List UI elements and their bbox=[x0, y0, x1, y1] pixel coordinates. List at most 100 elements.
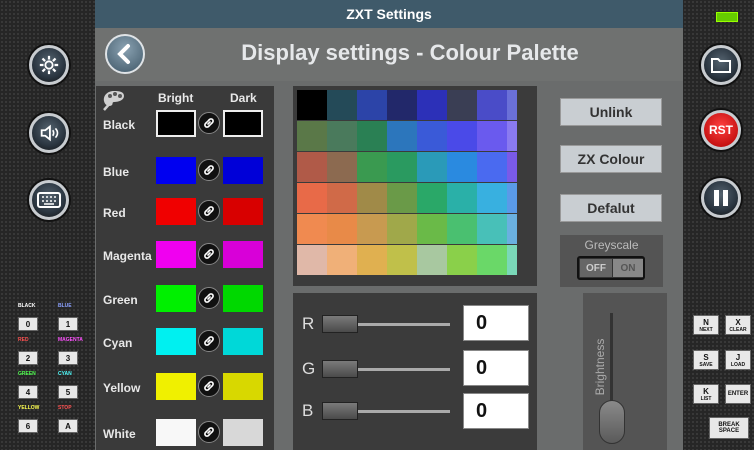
grid-cell[interactable] bbox=[327, 214, 357, 244]
dark-swatch[interactable] bbox=[223, 373, 263, 400]
bright-swatch[interactable] bbox=[156, 241, 196, 268]
grid-cell[interactable] bbox=[477, 183, 507, 213]
grid-cell[interactable] bbox=[507, 214, 517, 244]
bright-swatch[interactable] bbox=[156, 419, 196, 446]
zx-colour-button[interactable]: ZX Colour bbox=[560, 145, 662, 173]
palette-row-blue[interactable]: Blue bbox=[96, 157, 274, 187]
grid-cell[interactable] bbox=[297, 183, 327, 213]
grid-cell[interactable] bbox=[387, 183, 417, 213]
key-x[interactable]: X CLEAR bbox=[725, 315, 751, 335]
link-icon[interactable] bbox=[198, 330, 220, 352]
dark-swatch[interactable] bbox=[223, 198, 263, 225]
grid-cell[interactable] bbox=[417, 214, 447, 244]
palette-row-cyan[interactable]: Cyan bbox=[96, 328, 274, 358]
grid-cell[interactable] bbox=[417, 183, 447, 213]
grid-cell[interactable] bbox=[297, 90, 327, 120]
grid-cell[interactable] bbox=[507, 90, 517, 120]
grid-cell[interactable] bbox=[357, 245, 387, 275]
palette-row-magenta[interactable]: Magenta bbox=[96, 241, 274, 271]
grid-cell[interactable] bbox=[327, 245, 357, 275]
grid-cell[interactable] bbox=[297, 245, 327, 275]
grid-cell[interactable] bbox=[357, 121, 387, 151]
dark-swatch[interactable] bbox=[223, 157, 263, 184]
brightness-thumb[interactable] bbox=[599, 400, 625, 444]
bright-swatch[interactable] bbox=[156, 328, 196, 355]
pause-button[interactable] bbox=[701, 178, 741, 218]
grid-cell[interactable] bbox=[447, 152, 477, 182]
palette-row-yellow[interactable]: Yellow bbox=[96, 373, 274, 403]
link-icon[interactable] bbox=[198, 287, 220, 309]
sound-button[interactable] bbox=[29, 113, 69, 153]
grid-cell[interactable] bbox=[357, 152, 387, 182]
grid-cell[interactable] bbox=[357, 90, 387, 120]
palette-row-white[interactable]: White bbox=[96, 419, 274, 449]
grid-cell[interactable] bbox=[447, 245, 477, 275]
grid-cell[interactable] bbox=[477, 121, 507, 151]
palette-row-green[interactable]: Green bbox=[96, 285, 274, 315]
grid-cell[interactable] bbox=[417, 152, 447, 182]
grid-cell[interactable] bbox=[297, 152, 327, 182]
greyscale-toggle[interactable]: OFF ON bbox=[577, 256, 645, 280]
grid-cell[interactable] bbox=[387, 245, 417, 275]
key-s[interactable]: S SAVE bbox=[693, 350, 719, 370]
bright-swatch[interactable] bbox=[156, 198, 196, 225]
palette-row-black[interactable]: Black bbox=[96, 110, 274, 140]
grid-cell[interactable] bbox=[387, 90, 417, 120]
bright-swatch[interactable] bbox=[156, 110, 196, 137]
key-break-space[interactable]: BREAK SPACE bbox=[709, 417, 749, 439]
grid-cell[interactable] bbox=[447, 214, 477, 244]
r-value-field[interactable]: 0 bbox=[463, 305, 529, 341]
grid-cell[interactable] bbox=[477, 245, 507, 275]
grid-cell[interactable] bbox=[507, 183, 517, 213]
key-j[interactable]: J LOAD bbox=[725, 350, 751, 370]
grid-cell[interactable] bbox=[447, 121, 477, 151]
palette-row-red[interactable]: Red bbox=[96, 198, 274, 228]
keyboard-button[interactable] bbox=[29, 180, 69, 220]
grid-cell[interactable] bbox=[297, 121, 327, 151]
grid-cell[interactable] bbox=[477, 214, 507, 244]
key-enter[interactable]: ENTER bbox=[725, 384, 751, 404]
default-button[interactable]: Defalut bbox=[560, 194, 662, 222]
grid-cell[interactable] bbox=[327, 90, 357, 120]
grid-cell[interactable] bbox=[327, 121, 357, 151]
link-icon[interactable] bbox=[198, 200, 220, 222]
grid-cell[interactable] bbox=[387, 214, 417, 244]
link-icon[interactable] bbox=[198, 421, 220, 443]
grid-cell[interactable] bbox=[327, 152, 357, 182]
grid-cell[interactable] bbox=[417, 245, 447, 275]
grid-cell[interactable] bbox=[357, 214, 387, 244]
link-icon[interactable] bbox=[198, 159, 220, 181]
grid-cell[interactable] bbox=[327, 183, 357, 213]
dark-swatch[interactable] bbox=[223, 285, 263, 312]
reset-button[interactable]: RST bbox=[701, 110, 741, 150]
b-value-field[interactable]: 0 bbox=[463, 393, 529, 429]
bright-swatch[interactable] bbox=[156, 285, 196, 312]
link-icon[interactable] bbox=[198, 112, 220, 134]
grid-cell[interactable] bbox=[447, 183, 477, 213]
grid-cell[interactable] bbox=[447, 90, 477, 120]
dark-swatch[interactable] bbox=[223, 419, 263, 446]
grid-cell[interactable] bbox=[477, 152, 507, 182]
grid-cell[interactable] bbox=[477, 90, 507, 120]
grid-cell[interactable] bbox=[507, 245, 517, 275]
dark-swatch[interactable] bbox=[223, 241, 263, 268]
back-button[interactable] bbox=[105, 34, 145, 74]
dark-swatch[interactable] bbox=[223, 110, 263, 137]
grid-cell[interactable] bbox=[507, 121, 517, 151]
r-slider-thumb[interactable] bbox=[322, 315, 358, 333]
key-n[interactable]: N NEXT bbox=[693, 315, 719, 335]
g-value-field[interactable]: 0 bbox=[463, 350, 529, 386]
g-slider-thumb[interactable] bbox=[322, 360, 358, 378]
grid-cell[interactable] bbox=[357, 183, 387, 213]
key-k[interactable]: K LIST bbox=[693, 384, 719, 404]
unlink-button[interactable]: Unlink bbox=[560, 98, 662, 126]
grid-cell[interactable] bbox=[507, 152, 517, 182]
dark-swatch[interactable] bbox=[223, 328, 263, 355]
bright-swatch[interactable] bbox=[156, 157, 196, 184]
b-slider-thumb[interactable] bbox=[322, 402, 358, 420]
grid-cell[interactable] bbox=[417, 121, 447, 151]
grid-cell[interactable] bbox=[387, 152, 417, 182]
link-icon[interactable] bbox=[198, 375, 220, 397]
settings-gear-button[interactable] bbox=[29, 45, 69, 85]
open-folder-button[interactable] bbox=[701, 45, 741, 85]
